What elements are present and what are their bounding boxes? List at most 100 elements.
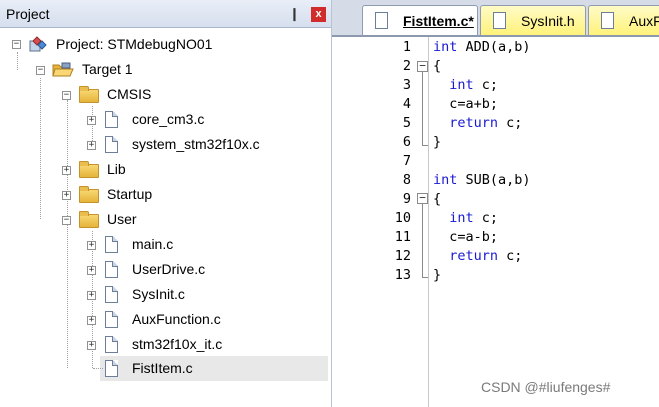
keyword: int bbox=[433, 39, 458, 55]
group-label: CMSIS bbox=[107, 86, 152, 102]
tree-file[interactable]: + SysInit.c bbox=[0, 282, 331, 307]
line-number: 8 bbox=[402, 172, 411, 188]
file-label: AuxFunction.c bbox=[132, 311, 221, 327]
code-text: } bbox=[433, 133, 441, 152]
target-folder-icon bbox=[52, 62, 74, 77]
code-rest: { bbox=[433, 58, 442, 74]
code-rest: } bbox=[433, 267, 442, 283]
tree-item-target[interactable]: − Target 1 bbox=[0, 57, 331, 82]
project-root-label: Project: STMdebugNO01 bbox=[56, 36, 213, 52]
file-icon bbox=[105, 261, 118, 278]
code-rest: c; bbox=[473, 77, 499, 93]
code-rest: c=a-b; bbox=[433, 229, 499, 245]
tree-file[interactable]: + main.c bbox=[0, 232, 331, 257]
code-rest: c=a+b; bbox=[433, 96, 499, 112]
expand-toggle[interactable]: + bbox=[87, 141, 96, 150]
line-number: 2 bbox=[402, 58, 411, 74]
code-rest: c; bbox=[498, 115, 523, 131]
tab-sysinit[interactable]: SysInit.h bbox=[480, 5, 586, 35]
fold-end bbox=[422, 145, 428, 146]
expand-toggle[interactable]: + bbox=[62, 191, 71, 200]
tree-file[interactable]: + system_stm32f10x.c bbox=[0, 132, 331, 157]
keyword: return bbox=[433, 248, 499, 264]
folder-icon bbox=[79, 211, 99, 228]
tree-group-lib[interactable]: + Lib bbox=[0, 157, 331, 182]
keyword: int bbox=[433, 77, 474, 93]
tree-group-startup[interactable]: + Startup bbox=[0, 182, 331, 207]
keyword: return bbox=[433, 115, 499, 131]
line-number: 4 bbox=[402, 96, 411, 112]
group-label: Lib bbox=[107, 161, 126, 177]
fold-toggle[interactable]: − bbox=[417, 60, 428, 72]
tree-connector bbox=[93, 368, 103, 369]
file-label: system_stm32f10x.c bbox=[132, 136, 260, 152]
file-icon bbox=[105, 360, 118, 377]
project-pane: Project ❙ x − Project: STMdebugNO01 − Ta… bbox=[0, 0, 332, 407]
file-icon bbox=[105, 336, 118, 353]
collapse-toggle[interactable]: − bbox=[62, 91, 71, 100]
code-text: { bbox=[433, 190, 441, 209]
code-rest: c; bbox=[473, 210, 499, 226]
watermark: CSDN @#liufenges# bbox=[481, 379, 611, 395]
tree-file[interactable]: + AuxFunction.c bbox=[0, 307, 331, 332]
expand-toggle[interactable]: + bbox=[87, 241, 96, 250]
folder-icon bbox=[79, 161, 99, 178]
tab-label: FistItem.c* bbox=[403, 13, 474, 29]
tab-auxfunction[interactable]: AuxF bbox=[588, 5, 659, 35]
tree-group-user[interactable]: − User bbox=[0, 207, 331, 232]
file-label: UserDrive.c bbox=[132, 261, 206, 277]
tab-fistitem[interactable]: FistItem.c* bbox=[362, 5, 478, 35]
group-label: User bbox=[107, 211, 137, 227]
file-icon bbox=[105, 111, 118, 128]
code-text: int SUB(a,b) bbox=[433, 171, 531, 190]
code-text: } bbox=[433, 266, 441, 285]
line-number: 1 bbox=[402, 39, 411, 55]
collapse-toggle[interactable]: − bbox=[36, 66, 45, 75]
file-label: SysInit.c bbox=[132, 286, 185, 302]
file-label: FistItem.c bbox=[132, 360, 193, 376]
gutter-separator bbox=[428, 37, 429, 407]
tree-file-selected[interactable]: FistItem.c bbox=[100, 356, 328, 381]
line-number: 6 bbox=[402, 134, 411, 150]
folder-icon bbox=[79, 186, 99, 203]
tree-item-project-root[interactable]: − Project: STMdebugNO01 bbox=[0, 32, 331, 57]
project-pane-title: Project bbox=[6, 6, 50, 22]
code-rest: ADD(a,b) bbox=[457, 39, 531, 55]
tree-group-cmsis[interactable]: − CMSIS bbox=[0, 82, 331, 107]
collapse-toggle[interactable]: − bbox=[62, 216, 71, 225]
expand-toggle[interactable]: + bbox=[87, 341, 96, 350]
pin-icon[interactable]: ❙ bbox=[289, 6, 300, 22]
line-number: 9 bbox=[402, 191, 411, 207]
collapse-toggle[interactable]: − bbox=[12, 40, 21, 49]
target-label: Target 1 bbox=[82, 61, 133, 77]
group-label: Startup bbox=[107, 186, 153, 202]
line-number: 7 bbox=[402, 153, 411, 169]
expand-toggle[interactable]: + bbox=[87, 291, 96, 300]
tab-label: AuxF bbox=[629, 13, 659, 29]
expand-toggle[interactable]: + bbox=[87, 266, 96, 275]
line-number: 12 bbox=[394, 248, 411, 264]
code-text: c=a-b; bbox=[433, 228, 498, 247]
line-number: 5 bbox=[402, 115, 411, 131]
file-icon bbox=[493, 12, 506, 29]
close-pane-button[interactable]: x bbox=[311, 7, 326, 22]
file-icon bbox=[105, 286, 118, 303]
fold-end bbox=[422, 277, 428, 278]
line-number: 13 bbox=[394, 267, 411, 283]
fold-toggle[interactable]: − bbox=[417, 192, 428, 204]
file-icon bbox=[105, 311, 118, 328]
tree-file[interactable]: + UserDrive.c bbox=[0, 257, 331, 282]
folder-icon bbox=[79, 86, 99, 103]
file-icon bbox=[105, 136, 118, 153]
fold-line bbox=[422, 72, 423, 145]
tree-file[interactable]: + stm32f10x_it.c bbox=[0, 332, 331, 357]
expand-toggle[interactable]: + bbox=[62, 166, 71, 175]
code-text: int ADD(a,b) bbox=[433, 38, 531, 57]
code-text: c=a+b; bbox=[433, 95, 498, 114]
file-label: main.c bbox=[132, 236, 174, 252]
tree-file[interactable]: + core_cm3.c bbox=[0, 107, 331, 132]
expand-toggle[interactable]: + bbox=[87, 116, 96, 125]
editor-pane: FistItem.c* SysInit.h AuxF − − 1 int ADD(… bbox=[332, 0, 659, 407]
expand-toggle[interactable]: + bbox=[87, 316, 96, 325]
code-text: return c; bbox=[433, 114, 522, 133]
